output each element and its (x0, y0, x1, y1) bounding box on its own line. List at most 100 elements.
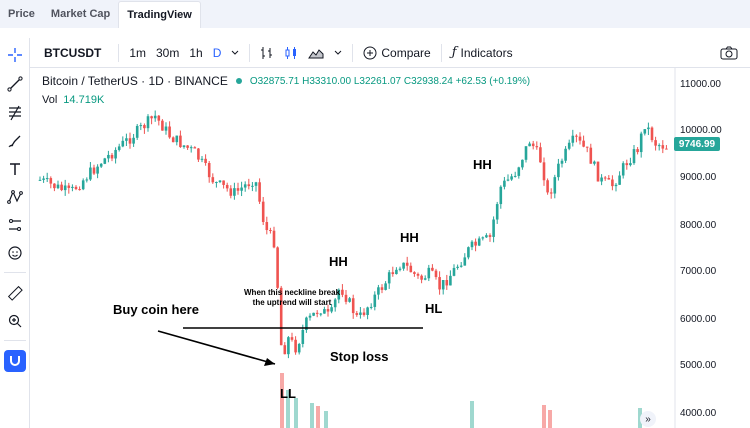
candle-body (384, 283, 387, 290)
candle-body (560, 160, 564, 164)
compare-label: Compare (381, 45, 431, 60)
candle-body (78, 189, 81, 191)
buy-arrow[interactable] (157, 330, 276, 365)
magnet-icon[interactable] (4, 350, 26, 372)
emoji-icon[interactable] (4, 242, 26, 264)
candle-body (398, 268, 402, 270)
trendline-icon[interactable] (4, 73, 26, 95)
hl-label: HL (425, 301, 443, 316)
hh-label: HH (329, 254, 348, 269)
candle-body (179, 135, 182, 148)
candle-body (99, 163, 103, 167)
candle-body (380, 287, 384, 290)
page-tabs: Price Market Cap TradingView (0, 0, 750, 28)
candle-body (459, 265, 463, 267)
candle-body (575, 135, 578, 137)
brush-icon[interactable] (4, 130, 26, 152)
neckline-note-line1: When this neckline break (244, 288, 341, 297)
price-chart[interactable] (30, 68, 750, 428)
pattern-icon[interactable] (4, 186, 26, 208)
price-tick: 4000.00 (680, 408, 717, 419)
candle-body (578, 136, 582, 141)
candle-body (107, 154, 110, 159)
candle-body (492, 219, 495, 237)
candle-body (409, 265, 413, 273)
interval-1h[interactable]: 1h (184, 46, 207, 60)
interval-dropdown-icon[interactable] (226, 50, 244, 56)
candle-body (269, 230, 272, 232)
candle-body (650, 127, 654, 141)
candle-body (247, 184, 251, 187)
compare-button[interactable]: Compare (358, 46, 435, 60)
candle-body (434, 270, 438, 278)
candle-body (81, 180, 85, 190)
candle-body (362, 312, 366, 315)
scroll-to-realtime-icon[interactable]: » (640, 411, 656, 427)
candle-body (441, 280, 445, 290)
price-tick: 6000.00 (680, 314, 717, 325)
candle-body (258, 182, 261, 202)
symbol-search[interactable]: BTCUSDT (30, 46, 113, 60)
candle-body (297, 343, 301, 353)
candle-body (261, 201, 265, 223)
candle-body (528, 143, 531, 147)
candle-body (153, 115, 157, 119)
candle-body (103, 158, 107, 164)
crosshair-icon[interactable] (4, 44, 26, 66)
area-style-icon[interactable] (303, 46, 329, 60)
toolbar-divider (352, 43, 354, 62)
buy-label: Buy coin here (113, 302, 199, 317)
candle-body (517, 167, 521, 176)
fib-icon[interactable] (4, 102, 26, 124)
measure-icon[interactable] (4, 214, 26, 236)
candle-body (373, 294, 377, 307)
bars-style-icon[interactable] (255, 46, 279, 60)
volume-bar (470, 401, 474, 428)
candle-body (125, 138, 128, 141)
chart-type-dropdown-icon[interactable] (329, 50, 347, 56)
neckline-note-line2: the uptrend will start (252, 298, 332, 307)
candle-body (665, 148, 668, 150)
candle-body (56, 184, 60, 189)
toolbar-divider (4, 340, 26, 341)
tab-tradingview[interactable]: TradingView (118, 1, 201, 28)
candle-body (182, 145, 186, 148)
candle-body (326, 309, 330, 312)
candle-body (96, 166, 99, 174)
indicators-button[interactable]: ƒ Indicators (447, 45, 518, 60)
text-icon[interactable] (4, 158, 26, 180)
volume-bar (316, 406, 320, 428)
toolbar-divider (118, 43, 120, 62)
candles-style-icon[interactable] (279, 46, 303, 60)
candle-body (186, 145, 189, 148)
tab-market-cap[interactable]: Market Cap (43, 0, 118, 28)
candle-body (391, 272, 395, 275)
interval-d[interactable]: D (208, 46, 227, 60)
stop-loss-label: Stop loss (330, 349, 389, 364)
candle-body (582, 140, 585, 147)
candle-body (438, 277, 441, 290)
tab-price[interactable]: Price (0, 0, 43, 28)
candle-body (229, 188, 233, 196)
plus-circle-icon (363, 46, 377, 59)
candle-body (171, 137, 175, 143)
candle-body (596, 161, 600, 182)
candle-body (71, 186, 74, 188)
candle-body (114, 149, 117, 159)
arrow-head-icon (264, 358, 275, 366)
interval-1m[interactable]: 1m (124, 46, 151, 60)
candle-body (413, 272, 416, 274)
zoom-icon[interactable] (4, 310, 26, 332)
candle-body (420, 275, 423, 280)
toolbar-divider (4, 272, 26, 273)
camera-icon[interactable] (715, 46, 750, 60)
candle-body (89, 167, 92, 180)
candle-body (143, 125, 146, 129)
candle-body (251, 185, 254, 187)
toolbar-divider (440, 43, 442, 62)
interval-30m[interactable]: 30m (151, 46, 184, 60)
hh-label: HH (400, 230, 419, 245)
candle-body (38, 179, 42, 181)
candle-body (222, 180, 225, 185)
ruler-icon[interactable] (4, 282, 26, 304)
